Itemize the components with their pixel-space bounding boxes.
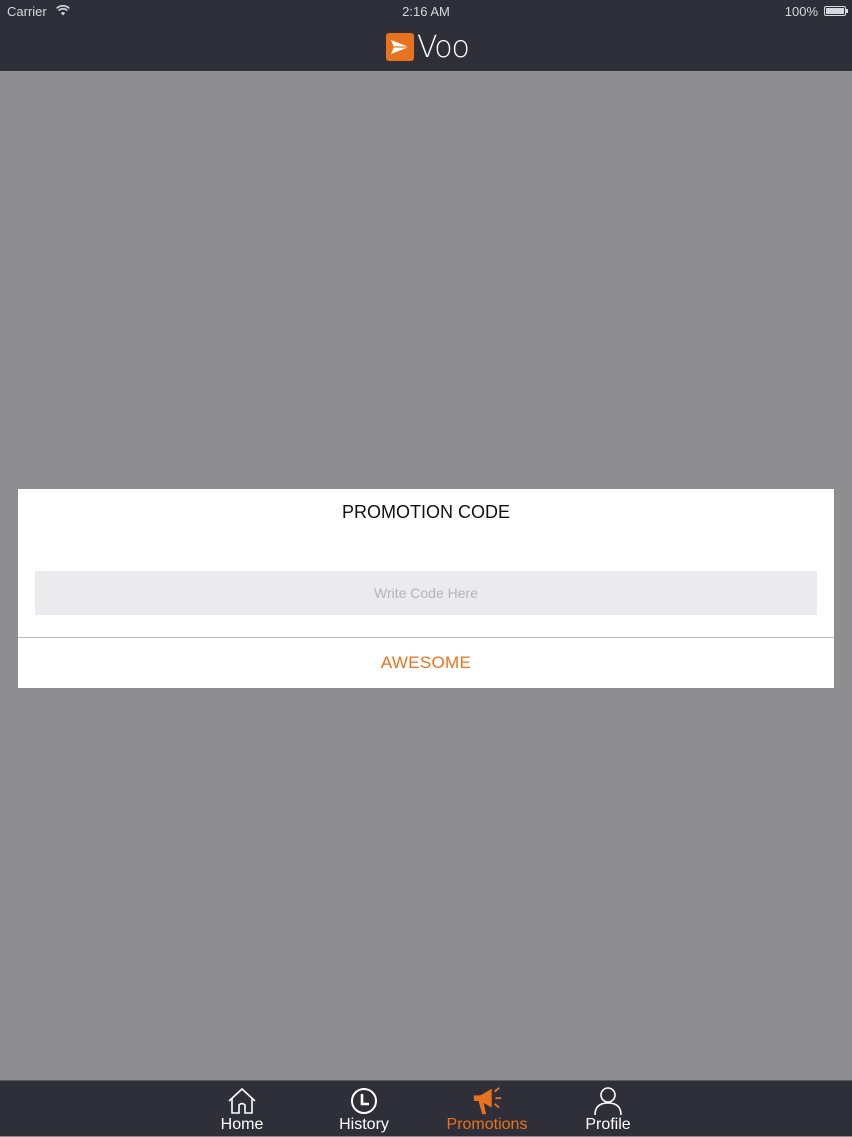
tab-home[interactable]: Home bbox=[197, 1081, 287, 1137]
clock-icon bbox=[348, 1085, 380, 1117]
dialog-title: PROMOTION CODE bbox=[341, 502, 510, 522]
status-bar: Carrier 2:16 AM 100% bbox=[0, 0, 852, 22]
home-icon bbox=[226, 1085, 258, 1117]
tab-label: History bbox=[339, 1116, 389, 1133]
tab-label: Promotions bbox=[446, 1116, 528, 1133]
battery-percent: 100% bbox=[784, 4, 818, 19]
tab-profile[interactable]: Profile bbox=[563, 1081, 653, 1137]
logo-text: Voo bbox=[417, 29, 470, 65]
tab-promotions[interactable]: Promotions bbox=[442, 1081, 532, 1137]
tab-label: Home bbox=[220, 1116, 264, 1133]
awesome-button[interactable]: AWESOME bbox=[18, 638, 834, 688]
tab-history[interactable]: History bbox=[319, 1081, 409, 1137]
tab-label: Profile bbox=[585, 1116, 631, 1133]
battery-icon bbox=[824, 6, 848, 16]
clock-time: 2:16 AM bbox=[402, 4, 450, 19]
person-icon bbox=[592, 1085, 624, 1117]
app-logo: Voo bbox=[386, 29, 470, 65]
promotion-code-dialog: PROMOTION CODE AWESOME bbox=[18, 489, 834, 688]
promotion-code-input[interactable] bbox=[35, 571, 817, 615]
tab-bar: Home History Promotions Profile bbox=[0, 1080, 852, 1136]
navigation-bar: Voo bbox=[0, 22, 852, 71]
paper-plane-icon bbox=[386, 33, 414, 61]
megaphone-icon bbox=[471, 1085, 503, 1117]
